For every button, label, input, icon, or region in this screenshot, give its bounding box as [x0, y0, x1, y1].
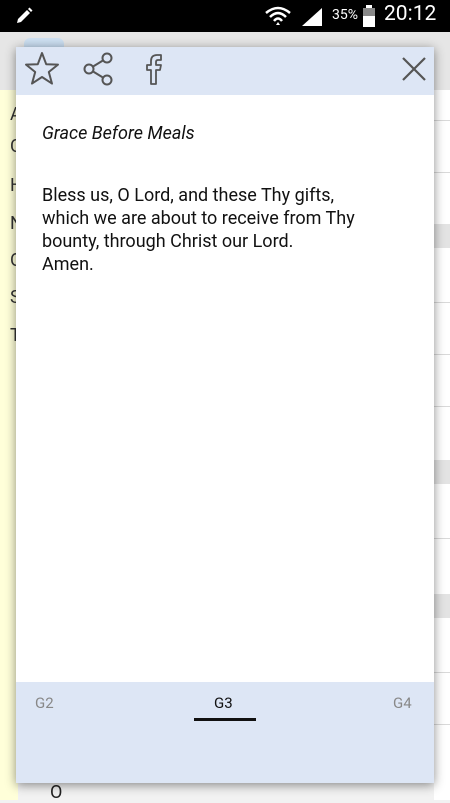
background-divider — [434, 538, 450, 539]
dialog-toolbar — [16, 47, 434, 95]
pencil-icon — [14, 6, 34, 30]
favorite-button[interactable] — [24, 51, 60, 91]
prayer-tabbar: G2 G3 G4 — [16, 682, 434, 783]
star-icon — [24, 51, 60, 91]
status-bar: 35% 20:12 — [0, 0, 450, 32]
prayer-content: Grace Before Meals Bless us, O Lord, and… — [42, 122, 412, 276]
status-clock: 20:12 — [384, 2, 437, 26]
tab-g4[interactable]: G4 — [393, 694, 412, 712]
battery-icon — [362, 5, 376, 31]
prayer-dialog: Grace Before Meals Bless us, O Lord, and… — [16, 47, 434, 783]
background-right-strip — [434, 90, 450, 800]
share-icon — [80, 51, 116, 91]
prayer-body: Bless us, O Lord, and these Thy gifts, w… — [42, 185, 355, 275]
close-icon — [400, 55, 428, 87]
background-divider — [434, 724, 450, 725]
close-button[interactable] — [396, 53, 432, 89]
prayer-title: Grace Before Meals — [42, 123, 195, 144]
background-divider — [434, 302, 450, 303]
background-divider — [434, 172, 450, 173]
battery-percent: 35% — [332, 7, 358, 23]
background-section — [434, 224, 450, 248]
background-divider — [434, 120, 450, 121]
background-divider — [434, 354, 450, 355]
active-tab-indicator — [194, 718, 256, 721]
background-divider — [434, 672, 450, 673]
tab-g3[interactable]: G3 — [214, 694, 233, 712]
tab-g2[interactable]: G2 — [35, 694, 54, 712]
background-section — [434, 460, 450, 484]
wifi-icon — [264, 4, 292, 32]
background-section — [434, 594, 450, 618]
facebook-icon — [139, 52, 169, 90]
signal-icon — [300, 6, 324, 30]
share-button[interactable] — [80, 51, 116, 91]
facebook-button[interactable] — [136, 53, 172, 89]
background-divider — [434, 406, 450, 407]
